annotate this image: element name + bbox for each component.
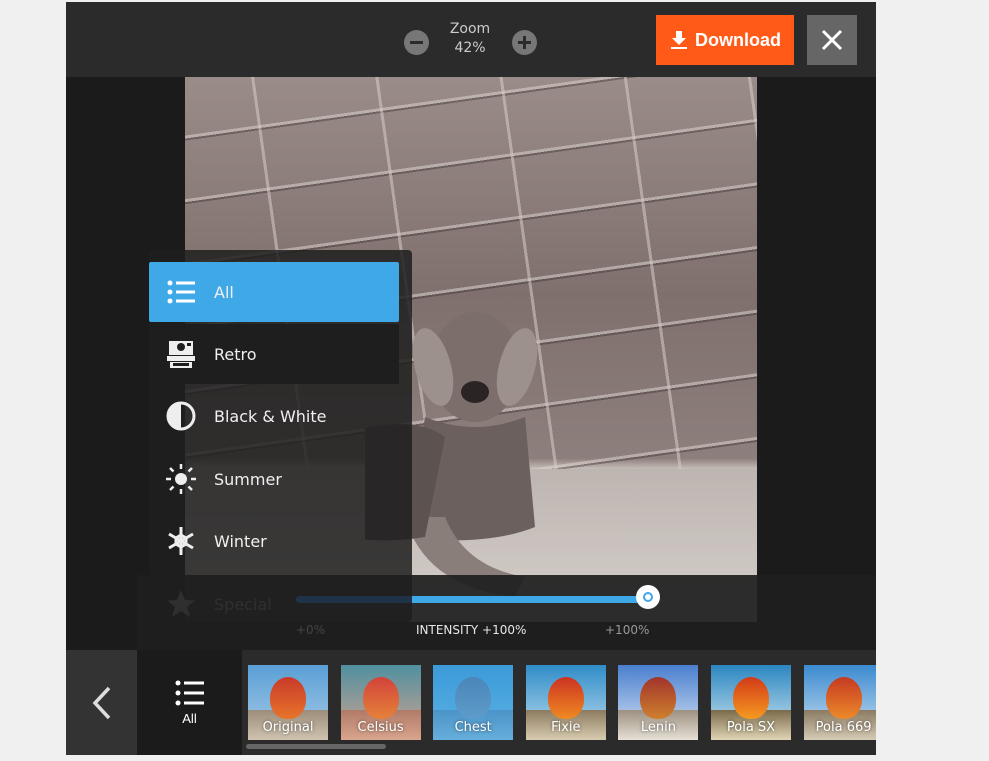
download-label: Download — [695, 29, 781, 50]
filter-thumbnail[interactable]: Pola 669 — [803, 665, 876, 740]
balloon-image — [362, 677, 399, 719]
filter-category-label: Black & White — [214, 406, 327, 426]
back-button[interactable] — [66, 650, 137, 755]
filter-thumbnail-label: Chest — [454, 720, 492, 735]
zoom-control: Zoom 42% — [402, 20, 537, 60]
zoom-in-button[interactable] — [512, 30, 537, 55]
filter-thumbnail[interactable]: Fixie — [525, 665, 606, 740]
filter-thumbnail[interactable]: Chest — [433, 665, 514, 740]
filter-category-menu: All Retro Black & White Summer Winter Sp… — [149, 250, 412, 622]
filter-thumbnail-label: Pola SX — [726, 720, 776, 735]
intensity-slider-thumb[interactable] — [636, 585, 660, 609]
balloon-image — [733, 677, 769, 719]
filter-thumbnail[interactable]: Celsius — [340, 665, 421, 740]
photo-editor: Zoom 42% Download All Retro Black & Whit… — [66, 2, 876, 755]
balloon-image — [270, 677, 306, 719]
filter-category-label: Summer — [214, 469, 282, 489]
filter-thumbnail-label: Pola 669 — [815, 720, 872, 735]
intensity-max-label: +100% — [605, 623, 650, 637]
chevron-left-icon — [92, 686, 110, 719]
filter-category-winter[interactable]: Winter — [149, 511, 399, 571]
filter-category-label: All — [214, 282, 234, 302]
filter-thumbnail-strip: Original Celsius Chest Fixie Lenin Pola SX Pol… — [242, 650, 876, 755]
filter-category-black-white[interactable]: Black & White — [149, 386, 399, 446]
close-icon — [821, 29, 843, 51]
filter-thumbnail-label: Celsius — [357, 720, 404, 735]
zoom-out-button[interactable] — [404, 30, 429, 55]
zoom-value: 42% — [454, 40, 486, 56]
list-icon — [175, 680, 204, 706]
category-selector[interactable]: All — [137, 650, 242, 755]
download-button[interactable]: Download — [656, 15, 794, 65]
intensity-value-label: INTENSITY +100% — [416, 623, 527, 637]
list-icon — [167, 280, 195, 304]
filter-thumbnail[interactable]: Original — [248, 665, 328, 740]
filter-category-retro[interactable]: Retro — [149, 324, 399, 384]
filter-thumbnail-label: Lenin — [640, 720, 676, 735]
intensity-control: +0% INTENSITY +100% +100% — [137, 575, 876, 650]
filter-category-label: Retro — [214, 344, 257, 364]
intensity-min-label: +0% — [296, 623, 326, 637]
filter-thumbnail[interactable]: Lenin — [618, 665, 699, 740]
filter-strip-bar: All Original Celsius Chest Fixie Lenin Pola S… — [66, 650, 876, 755]
category-selector-label: All — [182, 711, 197, 726]
filter-thumbnail-label: Original — [262, 720, 314, 735]
filter-category-summer[interactable]: Summer — [149, 449, 399, 509]
filter-thumbnail-label: Fixie — [551, 720, 581, 735]
contrast-icon — [166, 401, 196, 431]
top-toolbar: Zoom 42% Download — [66, 2, 876, 77]
snowflake-icon — [168, 527, 194, 555]
balloon-image — [640, 677, 677, 719]
zoom-readout: Zoom 42% — [438, 20, 502, 58]
zoom-label: Zoom — [449, 21, 491, 37]
camera-icon — [167, 341, 195, 368]
balloon-image — [825, 677, 862, 719]
sun-icon — [166, 464, 196, 494]
strip-scrollbar[interactable] — [246, 744, 386, 749]
filter-category-label: Winter — [214, 531, 267, 551]
download-icon — [671, 31, 687, 49]
intensity-slider[interactable] — [296, 596, 648, 603]
filter-category-all[interactable]: All — [149, 262, 399, 322]
filter-thumbnail[interactable]: Pola SX — [711, 665, 791, 740]
balloon-image — [547, 677, 584, 719]
close-button[interactable] — [807, 15, 857, 65]
balloon-image — [455, 677, 492, 719]
intensity-slider-fill — [296, 596, 648, 603]
